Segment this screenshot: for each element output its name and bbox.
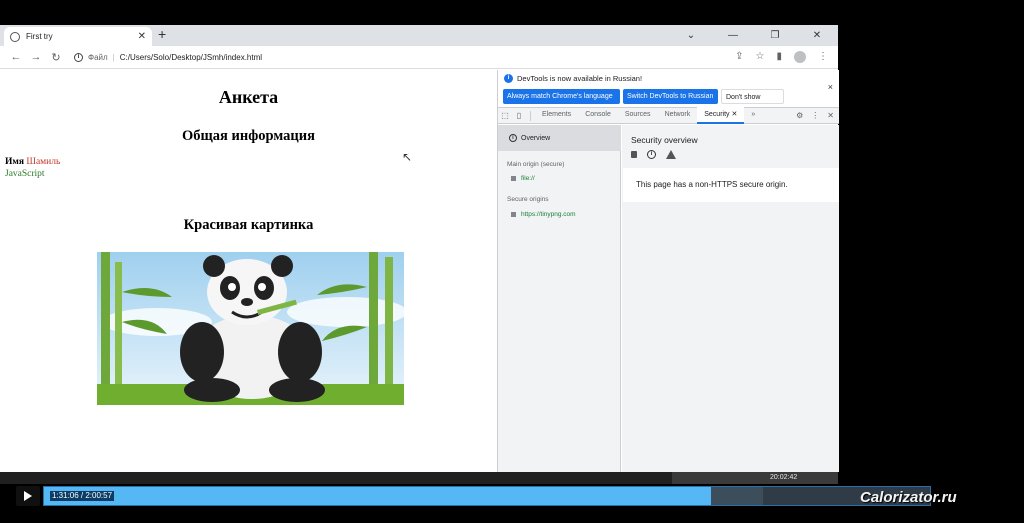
video-frame: First try ✕ + ⌄ — ❐ ✕ ← → ↻ i Файл | C:/… xyxy=(0,0,1024,523)
section-heading-picture: Красивая картинка xyxy=(183,217,314,233)
web-page: Анкета Общая информация Имя Шамиль JavaS… xyxy=(0,70,497,472)
sidebar-item-overview[interactable]: i Overview xyxy=(498,125,621,151)
address-url[interactable]: C:/Users/Solo/Desktop/JSmh/index.html xyxy=(120,53,262,62)
sidebar-item-label: Overview xyxy=(521,134,551,142)
device-toolbar-icon[interactable]: ▯ xyxy=(512,111,526,120)
main-origin-heading: Main origin (secure) xyxy=(507,161,565,168)
tab-security-label: Security xyxy=(704,111,730,118)
security-summary-panel: This page has a non-HTTPS secure origin. xyxy=(623,168,839,202)
tab-title: First try xyxy=(26,32,53,41)
overview-info-icon: i xyxy=(509,134,517,142)
address-separator: | xyxy=(112,52,115,62)
watermark: Calorizator.ru xyxy=(860,489,957,506)
played-progress xyxy=(44,487,712,505)
name-value: Шамиль xyxy=(26,157,61,167)
tab-security[interactable]: Security ✕ xyxy=(697,107,745,124)
reload-button[interactable]: ↻ xyxy=(46,51,66,64)
origin-bullet-icon xyxy=(511,212,516,217)
play-icon xyxy=(24,491,32,501)
security-sidebar: i Overview Main origin (secure) file:// … xyxy=(498,125,621,472)
devtools-tab-bar: ⬚ ▯ Elements Console Sources Network Sec… xyxy=(498,107,839,124)
menu-kebab-icon[interactable]: ⋮ xyxy=(818,51,828,63)
divider xyxy=(530,110,531,121)
info-icon[interactable]: i xyxy=(74,52,83,62)
tab-network[interactable]: Network xyxy=(658,107,698,124)
browser-tab[interactable]: First try ✕ xyxy=(4,27,152,46)
taskbar-clock: 20:02:42 xyxy=(770,474,798,481)
always-match-language-button[interactable]: Always match Chrome's language xyxy=(503,89,620,104)
info-icon: i xyxy=(504,74,513,83)
address-scheme: Файл xyxy=(88,52,108,62)
time-label: 1:31:06 / 2:00:57 xyxy=(50,491,115,501)
origin-label: https://tinypng.com xyxy=(521,211,576,218)
name-field: Имя Шамиль xyxy=(5,157,60,167)
devtools-panel: i DevTools is now available in Russian! … xyxy=(497,70,839,472)
tab-sources[interactable]: Sources xyxy=(618,107,658,124)
play-button[interactable] xyxy=(16,486,40,506)
browser-toolbar: ← → ↻ i Файл | C:/Users/Solo/Desktop/JSm… xyxy=(0,46,838,69)
browser-window: First try ✕ + ⌄ — ❐ ✕ ← → ↻ i Файл | C:/… xyxy=(0,25,839,472)
address-bar[interactable]: i Файл | C:/Users/Solo/Desktop/JSmh/inde… xyxy=(74,49,735,66)
devtools-info-bar: i DevTools is now available in Russian! … xyxy=(498,70,839,116)
info-text: DevTools is now available in Russian! xyxy=(517,74,643,83)
devtools-close-icon[interactable]: ✕ xyxy=(827,111,834,120)
restore-button[interactable]: ❐ xyxy=(754,25,796,46)
mouse-cursor-icon: ↖ xyxy=(402,150,413,164)
switch-to-russian-button[interactable]: Switch DevTools to Russian xyxy=(623,89,718,104)
side-panel-icon[interactable]: ▮ xyxy=(776,51,782,63)
forward-button[interactable]: → xyxy=(26,51,46,63)
buffered-progress xyxy=(711,487,764,505)
info-icon: i xyxy=(647,150,656,159)
new-tab-button[interactable]: + xyxy=(158,26,166,42)
security-main: Security overview i This page has a non-… xyxy=(622,125,839,472)
taskbar-tray xyxy=(672,472,838,484)
section-heading-general: Общая информация xyxy=(182,128,315,144)
secure-origins-heading: Secure origins xyxy=(507,196,549,203)
tab-console[interactable]: Console xyxy=(578,107,618,124)
close-window-button[interactable]: ✕ xyxy=(796,25,838,46)
security-message: This page has a non-HTTPS secure origin. xyxy=(636,180,788,189)
security-legend-icons: i xyxy=(631,150,676,159)
name-label: Имя xyxy=(5,157,24,167)
toolbar-actions: ⇪ ☆ ▮ ⋮ xyxy=(735,51,828,63)
info-bar-close-icon[interactable]: × xyxy=(828,82,833,92)
security-overview-title: Security overview xyxy=(631,135,698,145)
tab-close-icon[interactable]: ✕ xyxy=(732,111,738,118)
lock-icon xyxy=(631,151,637,158)
tab-elements[interactable]: Elements xyxy=(535,107,578,124)
progress-bar[interactable]: 1:31:06 / 2:00:57 xyxy=(43,486,931,506)
more-tabs-icon[interactable]: » xyxy=(744,107,762,124)
share-icon[interactable]: ⇪ xyxy=(735,51,743,63)
devtools-menu-icon[interactable]: ⋮ xyxy=(811,111,819,120)
devtools-actions: ⚙ ⋮ ✕ xyxy=(796,111,839,120)
origin-bullet-icon xyxy=(511,176,516,181)
dont-show-again-button[interactable]: Don't show again xyxy=(721,89,784,116)
window-controls: ⌄ — ❐ ✕ xyxy=(670,25,838,46)
minimize-button[interactable]: — xyxy=(712,25,754,46)
settings-gear-icon[interactable]: ⚙ xyxy=(796,111,803,120)
panda-image xyxy=(97,252,404,405)
sidebar-item-main-origin[interactable]: file:// xyxy=(511,175,535,182)
warning-icon xyxy=(666,150,676,159)
tab-strip: First try ✕ + ⌄ — ❐ ✕ xyxy=(0,25,838,46)
profile-avatar[interactable] xyxy=(794,51,806,63)
globe-icon xyxy=(10,31,20,42)
panda-illustration xyxy=(97,252,404,405)
page-title: Анкета xyxy=(218,87,279,107)
tab-search-button[interactable]: ⌄ xyxy=(670,25,712,46)
bookmark-star-icon[interactable]: ☆ xyxy=(756,51,765,63)
js-text: JavaScript xyxy=(5,169,45,179)
inspect-element-icon[interactable]: ⬚ xyxy=(498,111,512,120)
sidebar-item-secure-origin[interactable]: https://tinypng.com xyxy=(511,211,576,218)
tab-close-icon[interactable]: ✕ xyxy=(138,31,146,42)
origin-label: file:// xyxy=(521,175,535,182)
back-button[interactable]: ← xyxy=(6,51,26,63)
